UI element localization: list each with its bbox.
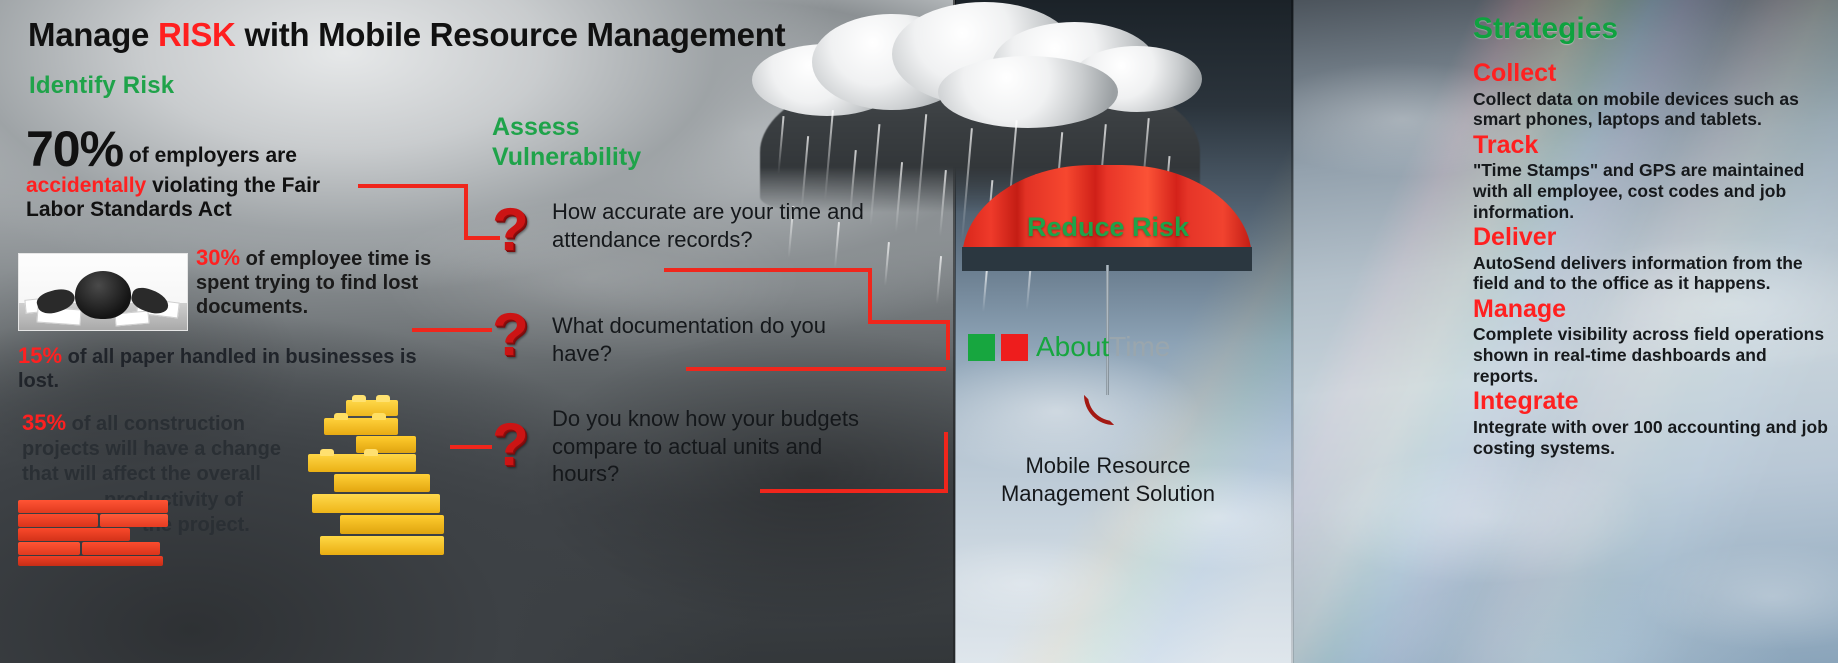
- assess-question-3: Do you know how your budgets compare to …: [552, 406, 859, 487]
- strategy-body-deliver: AutoSend delivers information from the f…: [1473, 252, 1803, 294]
- strategy-heading-track: Track: [1473, 130, 1539, 159]
- stat-15-text: of all paper handled in businesses is lo…: [18, 346, 417, 393]
- stat-15-percent: 15% of all paper handled in businesses i…: [18, 343, 458, 393]
- connector-35-to-question3: [450, 445, 492, 449]
- headline-part1: Manage: [28, 16, 158, 53]
- infographic-poster: Manage RISK with Mobile Resource Managem…: [0, 0, 1838, 663]
- section-heading-strategies: Strategies: [1473, 12, 1619, 45]
- section-heading-assess-vulnerability: Assess Vulnerability: [492, 113, 641, 172]
- connector-70-to-question1-horizontal: [358, 184, 468, 188]
- section-heading-identify-risk: Identify Risk: [29, 72, 175, 99]
- strategy-item-integrate: Integrate Integrate with over 100 accoun…: [1473, 388, 1833, 458]
- stat-30-percent: 30% of employee time is spent trying to …: [196, 245, 446, 319]
- stat-35-line3: that will affect the overall: [22, 463, 261, 486]
- question-mark-icon-3: ?: [492, 411, 529, 478]
- assess-question-1: How accurate are your time and attendanc…: [552, 199, 864, 252]
- stat-35-line5: the project.: [142, 513, 250, 536]
- panel-divider-left: [953, 0, 956, 663]
- stat-15-value: 15%: [18, 343, 63, 368]
- question-mark-icon-1: ?: [492, 196, 529, 263]
- strategy-heading-collect: Collect: [1473, 59, 1557, 87]
- strategy-body-manage: Complete visibility across field operati…: [1473, 324, 1825, 386]
- assess-title-line1: Assess: [492, 113, 580, 141]
- page-title: Manage RISK with Mobile Resource Managem…: [28, 16, 786, 54]
- connector-question1-horizontal: [664, 268, 872, 272]
- connector-question2-horizontal: [686, 367, 946, 371]
- connector-70-to-question1-vertical: [464, 184, 468, 240]
- stat-70-line1: of employers are: [123, 144, 297, 167]
- section-heading-reduce-risk: Reduce Risk: [1026, 212, 1190, 242]
- stat-35-line4: productivity of: [104, 488, 243, 511]
- strategy-item-deliver: Deliver AutoSend delivers information fr…: [1473, 224, 1833, 294]
- stat-35-percent: 35% of all construction projects will ha…: [22, 409, 372, 538]
- panel-divider-right: [1291, 0, 1294, 663]
- connector-question3-horizontal: [760, 489, 948, 493]
- stat-70-line2: violating the Fair: [146, 174, 321, 197]
- stat-70-line3: Labor Standards Act: [26, 198, 232, 222]
- stat-35-line2: projects will have a change: [22, 438, 281, 461]
- logo-wordmark: AboutTime: [1036, 333, 1170, 361]
- strategy-body-collect: Collect data on mobile devices such as s…: [1473, 88, 1799, 130]
- mrm-caption-line1: Mobile Resource: [1025, 453, 1191, 478]
- strategy-heading-deliver: Deliver: [1473, 223, 1557, 252]
- stat-35-line1: of all construction: [66, 413, 245, 435]
- stat-30-value: 30%: [196, 245, 241, 270]
- strategy-body-track: "Time Stamps" and GPS are maintained wit…: [1473, 160, 1805, 222]
- connector-question1-drop: [946, 320, 950, 360]
- logo-red-square-icon: [1001, 333, 1028, 361]
- abouttime-logo: AboutTime: [968, 333, 1248, 361]
- question-mark-icon-2: ?: [492, 301, 529, 368]
- headline-risk-word: RISK: [157, 16, 236, 53]
- logo-word-about: About: [1036, 331, 1110, 362]
- frustrated-worker-photo: [18, 253, 188, 331]
- stat-70-percent: 70% of employers are accidentally violat…: [26, 124, 456, 223]
- logo-word-time: Time: [1109, 331, 1171, 362]
- strategy-heading-manage: Manage: [1473, 294, 1567, 323]
- assess-title-line2: Vulnerability: [492, 142, 642, 171]
- assess-question-2: What documentation do you have?: [552, 313, 826, 366]
- strategy-item-track: Track "Time Stamps" and GPS are maintain…: [1473, 130, 1833, 222]
- strategy-body-integrate: Integrate with over 100 accounting and j…: [1473, 416, 1828, 458]
- stat-70-value: 70%: [26, 121, 124, 177]
- headline-part2: with Mobile Resource Management: [235, 16, 786, 53]
- mrm-caption-line2: Management Solution: [1000, 480, 1216, 506]
- connector-30-to-question2: [412, 328, 492, 332]
- stat-70-emphasis: accidentally: [26, 174, 147, 197]
- logo-green-square-icon: [968, 333, 995, 361]
- strategies-list: Collect Collect data on mobile devices s…: [1473, 58, 1833, 458]
- strategy-heading-integrate: Integrate: [1473, 387, 1579, 416]
- strategy-item-collect: Collect Collect data on mobile devices s…: [1473, 59, 1833, 130]
- mrm-solution-caption: Mobile Resource Management Solution: [948, 452, 1268, 507]
- strategy-item-manage: Manage Complete visibility across field …: [1473, 294, 1833, 386]
- stat-35-value: 35%: [22, 410, 67, 435]
